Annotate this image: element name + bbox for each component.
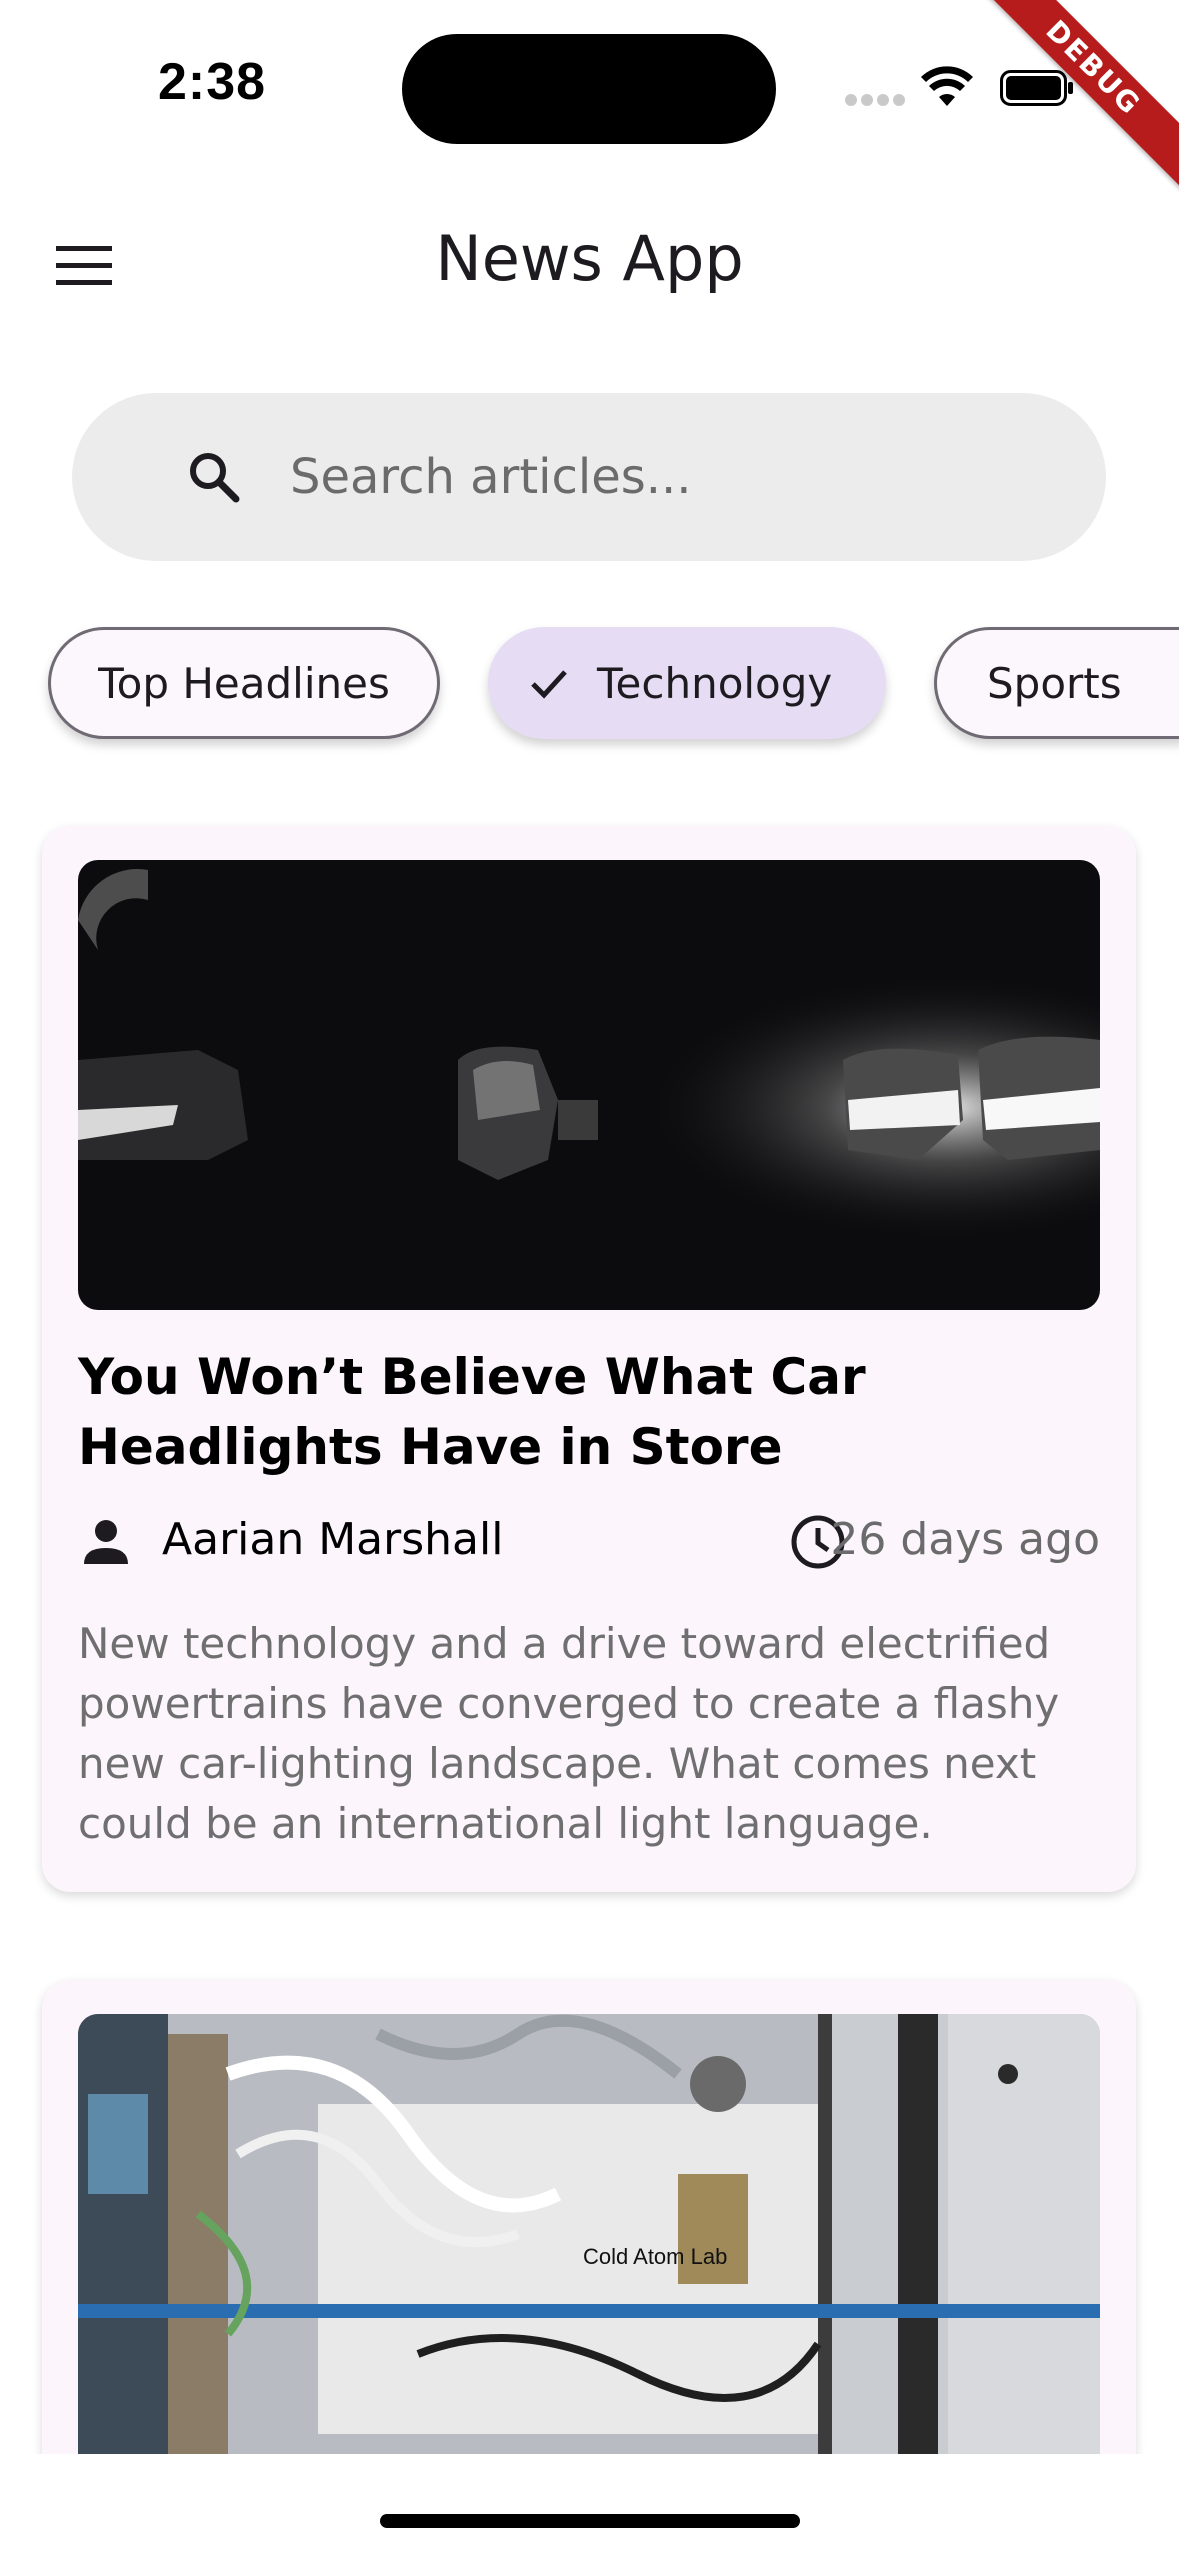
wifi-icon <box>921 66 973 106</box>
status-time: 2:38 <box>158 53 267 111</box>
search-icon <box>190 453 240 503</box>
chip-sports[interactable]: Sports <box>934 627 1179 739</box>
page-title: News App <box>435 222 744 295</box>
search-bar[interactable] <box>72 393 1106 561</box>
cold-atom-lab-label: Cold Atom Lab <box>583 2244 727 2269</box>
chip-label: Sports <box>987 658 1122 708</box>
chip-top-headlines[interactable]: Top Headlines <box>48 627 440 739</box>
article-description: New technology and a drive toward electr… <box>78 1619 1060 1848</box>
debug-banner: DEBUG <box>979 0 1179 200</box>
check-icon <box>531 670 567 699</box>
category-chips: Top Headlines Technology Sports <box>0 625 1179 755</box>
article-card[interactable]: You Won’t Believe What Car Headlights Ha… <box>42 826 1136 1892</box>
chip-technology[interactable]: Technology <box>488 627 886 739</box>
search-input[interactable] <box>290 393 1070 561</box>
article-time: 26 days ago <box>830 1514 1100 1565</box>
cellular-signal-icon <box>845 94 905 108</box>
article-title: You Won’t Believe What Car Headlights Ha… <box>78 1348 866 1476</box>
home-indicator[interactable] <box>380 2514 800 2528</box>
chip-label: Top Headlines <box>98 658 390 708</box>
article-author: Aarian Marshall <box>162 1514 504 1565</box>
article-image: Cold Atom Lab <box>78 2014 1100 2480</box>
article-meta: Aarian Marshall 26 days ago <box>78 1504 1100 1574</box>
article-card[interactable]: Cold Atom Lab <box>42 1980 1136 2480</box>
person-icon <box>84 1520 128 1564</box>
app-bar: News App <box>0 200 1179 330</box>
article-image <box>78 860 1100 1310</box>
debug-label: DEBUG <box>979 0 1179 190</box>
dynamic-island <box>402 34 776 144</box>
status-bar: 2:38 DEBUG <box>0 0 1179 190</box>
chip-label: Technology <box>597 658 833 708</box>
bottom-safe-area <box>0 2454 1179 2556</box>
